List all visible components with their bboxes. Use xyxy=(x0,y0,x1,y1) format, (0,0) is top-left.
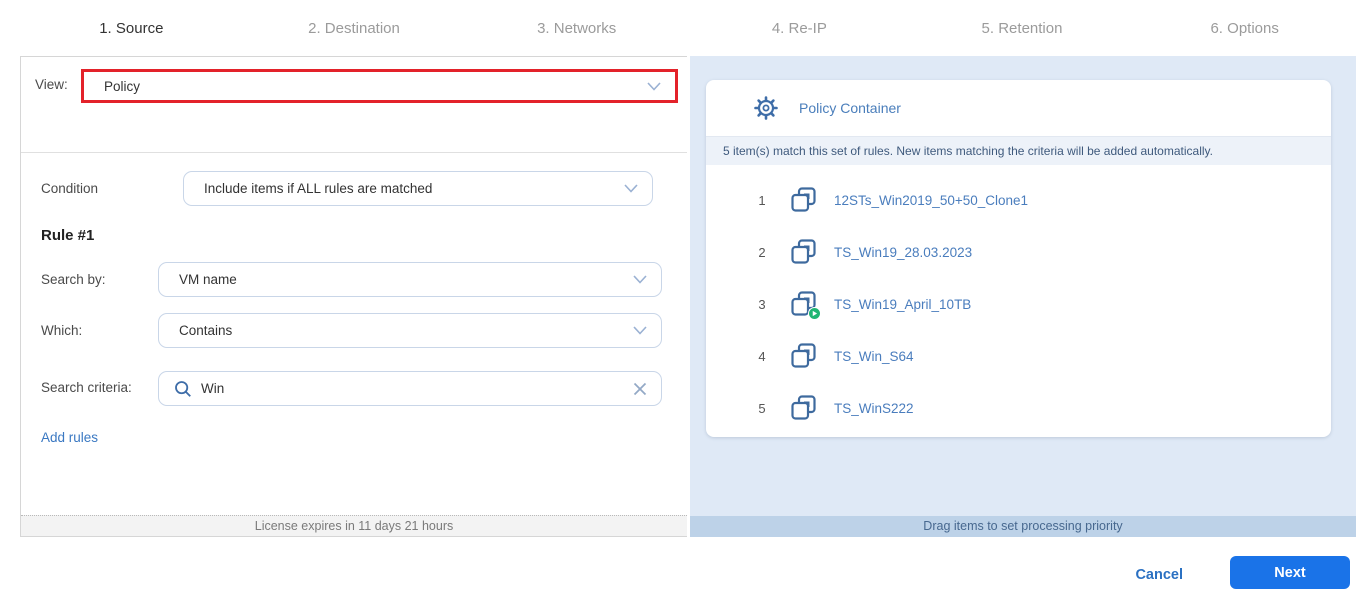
add-rules-link[interactable]: Add rules xyxy=(41,430,98,445)
vm-icon xyxy=(791,187,817,213)
chevron-down-icon xyxy=(633,326,647,335)
chevron-down-icon xyxy=(633,275,647,284)
view-dropdown-value: Policy xyxy=(84,79,647,94)
search-by-label: Search by: xyxy=(41,272,106,287)
chevron-down-icon xyxy=(647,82,661,91)
search-icon xyxy=(173,379,193,399)
running-play-badge xyxy=(808,307,821,320)
wizard-steps: 1. Source 2. Destination 3. Networks 4. … xyxy=(20,0,1356,56)
wizard-step-destination[interactable]: 2. Destination xyxy=(243,20,466,37)
condition-dropdown-value: Include items if ALL rules are matched xyxy=(184,181,624,196)
vm-list-item[interactable]: 1 12STs_Win2019_50+50_Clone1 xyxy=(706,174,1331,226)
vm-priority-number: 5 xyxy=(754,401,770,416)
vm-icon xyxy=(791,239,817,265)
vm-priority-number: 1 xyxy=(754,193,770,208)
wizard-step-networks[interactable]: 3. Networks xyxy=(465,20,688,37)
license-status: License expires in 11 days 21 hours xyxy=(21,515,687,536)
wizard-footer: Cancel Next xyxy=(0,537,1370,612)
vm-name: TS_Win19_April_10TB xyxy=(834,297,971,312)
search-by-dropdown-value: VM name xyxy=(159,272,633,287)
wizard-step-reip[interactable]: 4. Re-IP xyxy=(688,20,911,37)
vm-list: 1 12STs_Win2019_50+50_Clone1 2 xyxy=(706,165,1331,434)
condition-dropdown[interactable]: Include items if ALL rules are matched xyxy=(183,171,653,206)
vm-name: TS_Win19_28.03.2023 xyxy=(834,245,972,260)
next-button[interactable]: Next xyxy=(1230,556,1350,589)
view-label: View: xyxy=(35,77,68,92)
clear-icon[interactable] xyxy=(632,381,648,397)
vm-icon xyxy=(791,395,817,421)
vm-icon xyxy=(791,343,817,369)
vm-list-item[interactable]: 4 TS_Win_S64 xyxy=(706,330,1331,382)
policy-container-title: Policy Container xyxy=(799,100,901,116)
vm-priority-number: 2 xyxy=(754,245,770,260)
gear-icon xyxy=(754,96,778,120)
chevron-down-icon xyxy=(624,184,638,193)
search-criteria-label: Search criteria: xyxy=(41,380,132,395)
drag-priority-hint: Drag items to set processing priority xyxy=(690,516,1356,537)
match-info-bar: 5 item(s) match this set of rules. New i… xyxy=(706,136,1331,165)
policy-preview-panel: Policy Container 5 item(s) match this se… xyxy=(690,56,1356,537)
which-label: Which: xyxy=(41,323,82,338)
vm-priority-number: 3 xyxy=(754,297,770,312)
search-by-dropdown[interactable]: VM name xyxy=(158,262,662,297)
condition-label: Condition xyxy=(41,181,98,196)
wizard-step-source[interactable]: 1. Source xyxy=(20,20,243,37)
rules-panel: View: Policy Condition Include items if … xyxy=(20,56,687,537)
view-section: View: Policy xyxy=(21,57,687,153)
policy-container-header: Policy Container xyxy=(706,80,1331,136)
wizard-step-retention[interactable]: 5. Retention xyxy=(911,20,1134,37)
vm-list-item[interactable]: 5 TS_WinS222 xyxy=(706,382,1331,434)
which-dropdown[interactable]: Contains xyxy=(158,313,662,348)
source-step-dialog: View: Policy Condition Include items if … xyxy=(20,56,1356,537)
vm-name: TS_Win_S64 xyxy=(834,349,914,364)
vm-list-item[interactable]: 3 TS_Win19_April_10TB xyxy=(706,278,1331,330)
vm-list-item[interactable]: 2 TS_Win19_28.03.2023 xyxy=(706,226,1331,278)
search-criteria-input[interactable] xyxy=(201,381,632,396)
vm-priority-number: 4 xyxy=(754,349,770,364)
wizard-step-options[interactable]: 6. Options xyxy=(1133,20,1356,37)
policy-container-card: Policy Container 5 item(s) match this se… xyxy=(706,80,1331,437)
vm-name: 12STs_Win2019_50+50_Clone1 xyxy=(834,193,1028,208)
view-dropdown[interactable]: Policy xyxy=(81,69,678,103)
which-dropdown-value: Contains xyxy=(159,323,633,338)
cancel-button[interactable]: Cancel xyxy=(1135,567,1183,583)
search-criteria-field xyxy=(158,371,662,406)
vm-name: TS_WinS222 xyxy=(834,401,914,416)
rule-title: Rule #1 xyxy=(41,227,94,244)
vm-icon-running xyxy=(791,291,817,317)
